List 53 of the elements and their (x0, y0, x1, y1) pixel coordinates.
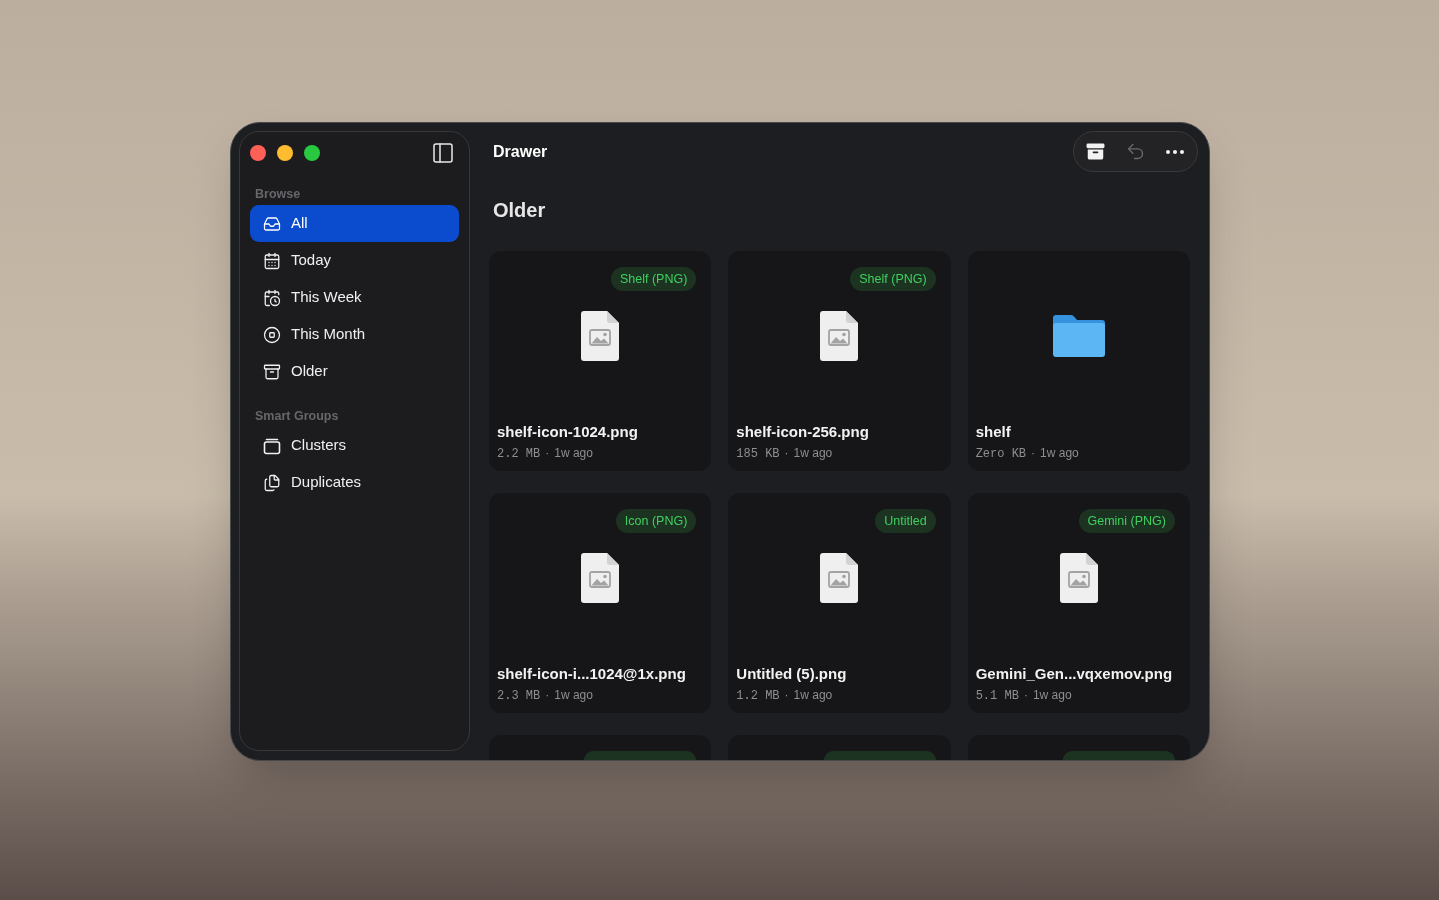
sidebar-item[interactable]: All (250, 205, 459, 242)
zoom-button[interactable] (304, 145, 320, 161)
file-meta: 2.3 MB · 1w ago (497, 688, 593, 703)
image-file-icon (581, 311, 620, 361)
image-file-icon (581, 553, 620, 603)
sidebar-item[interactable]: This Month (250, 316, 459, 353)
image-file-icon (1059, 553, 1098, 603)
file-card[interactable]: Untitled Untitled (5).png 1.2 MB · 1w ago (728, 493, 951, 713)
archive-icon (263, 362, 281, 381)
image-file-icon (820, 553, 859, 603)
inbox-icon (263, 214, 281, 233)
more-icon (1166, 149, 1184, 154)
section-label: Browse (254, 186, 302, 202)
file-meta: 5.1 MB · 1w ago (975, 688, 1072, 703)
sidebar-item[interactable]: This Week (250, 279, 459, 316)
section-heading: Older (493, 198, 546, 222)
close-button[interactable] (250, 145, 266, 161)
file-name: shelf (975, 423, 1011, 441)
sidebar-item[interactable]: Clusters (250, 427, 459, 464)
folder-icon (1052, 315, 1105, 357)
file-meta: 2.2 MB · 1w ago (497, 446, 593, 461)
file-card[interactable]: Shelf (PNG) shelf-icon-256.png 185 KB · 1w ago (728, 251, 951, 471)
sidebar-toggle-button[interactable] (431, 141, 455, 165)
file-name: shelf-icon-256.png (736, 423, 869, 441)
sidebar-item[interactable]: Older (250, 353, 459, 390)
archive-icon (1085, 143, 1105, 160)
file-tag: Shelf (PNG) (850, 267, 936, 291)
window-title: Drawer (493, 141, 548, 162)
file-name: shelf-icon-1024.png (497, 423, 638, 441)
file-meta: 185 KB · 1w ago (736, 446, 833, 461)
file-name: Gemini_Gen...vqxemov.png (975, 665, 1173, 683)
sidebar-item[interactable]: Duplicates (250, 464, 459, 501)
file-tag: Gemini (PNG) (1078, 509, 1175, 533)
file-card[interactable]: shelf Zero KB · 1w ago (967, 251, 1190, 471)
image-file-icon (820, 311, 859, 361)
stack-icon (263, 436, 281, 455)
sidebar-toggle-icon (431, 141, 455, 165)
file-tag: Icon (PNG) (615, 509, 697, 533)
file-card[interactable]: Shelf (PNG) shelf-icon-1024.png 2.2 MB · 1w ago (489, 251, 712, 471)
file-tag: Shelf (PNG) (610, 267, 697, 291)
section-label: Smart Groups (254, 408, 340, 424)
file-card[interactable]: Gemini (PNG) Gemini_Gen...vqxemov.png 5.1 MB · 1w ago (967, 493, 1190, 713)
file-name: Untitled (5).png (736, 665, 847, 683)
documents-icon (263, 473, 281, 492)
calendar-icon (263, 251, 281, 270)
file-name: shelf-icon-i...1024@1x.png (497, 665, 686, 683)
file-meta: 1.2 MB · 1w ago (736, 688, 833, 703)
file-tag: Untitled (875, 509, 936, 533)
file-meta: Zero KB · 1w ago (975, 446, 1079, 461)
file-card[interactable]: Icon (PNG) shelf-icon-i...1024@1x.png 2.3 MB · 1w ago (489, 493, 712, 713)
sidebar-item[interactable]: Today (250, 242, 459, 279)
minimize-button[interactable] (277, 145, 293, 161)
calendar-clock-icon (263, 288, 281, 307)
